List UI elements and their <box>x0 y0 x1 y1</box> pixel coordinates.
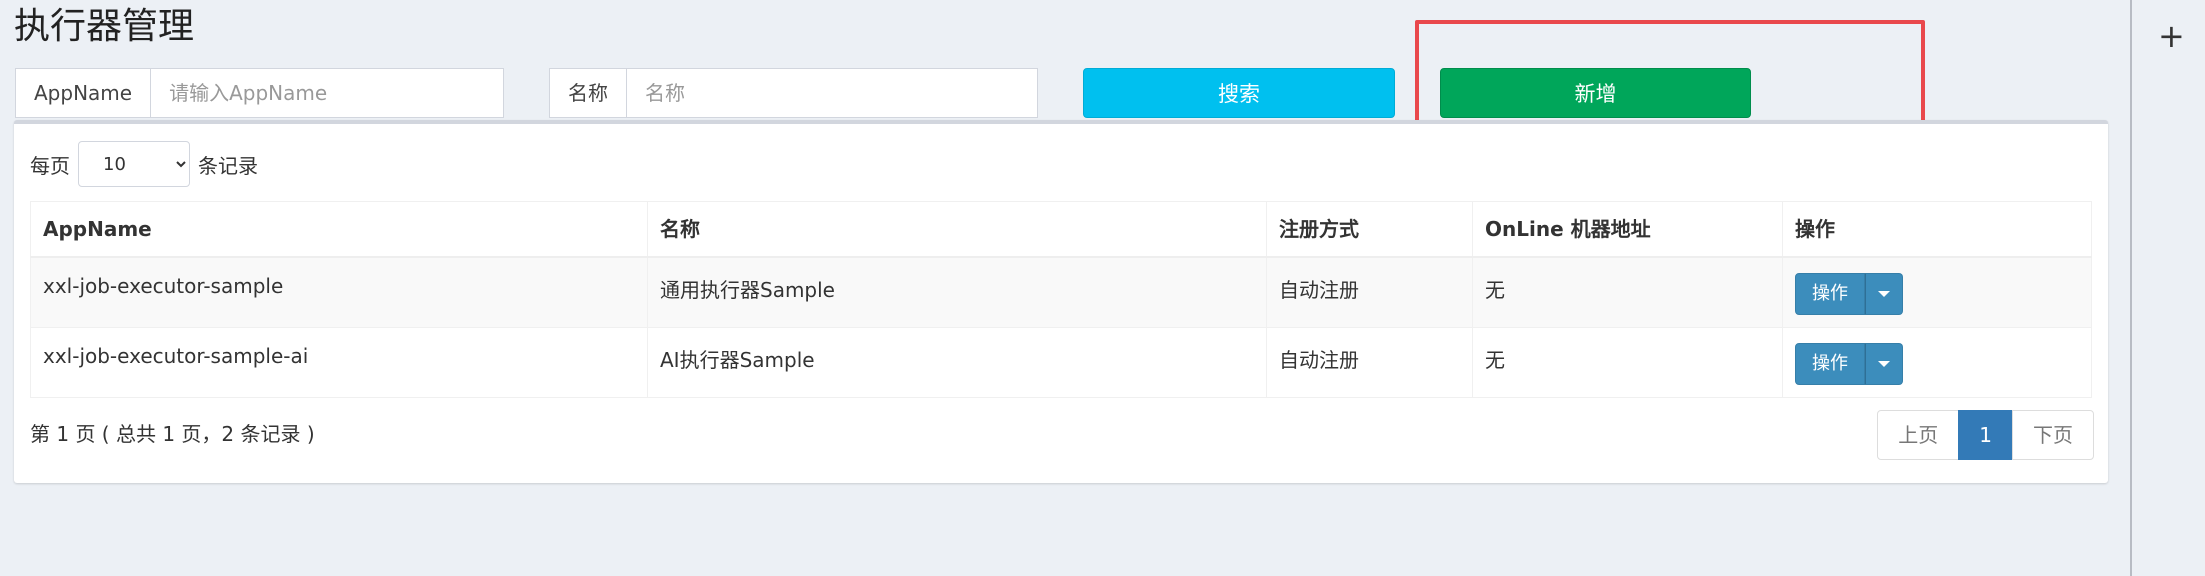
pagination-prev[interactable]: 上页 <box>1877 410 1960 460</box>
cell-operation: 操作 <box>1782 326 2092 398</box>
executor-table: AppName 名称 注册方式 OnLine 机器地址 操作 xxl-job-e… <box>30 201 2092 398</box>
page-length-control: 每页 10 条记录 <box>30 140 258 188</box>
cell-title: AI执行器Sample <box>647 326 1267 398</box>
pagination-page[interactable]: 1 <box>1958 410 2013 460</box>
plus-icon[interactable]: + <box>2158 20 2185 52</box>
cell-online: 无 <box>1472 256 1783 328</box>
executor-list-box: 每页 10 条记录 AppName 名称 注册方式 OnLine 机器地址 操作… <box>14 120 2108 483</box>
add-button[interactable]: 新增 <box>1440 68 1751 118</box>
cell-reg-type: 自动注册 <box>1266 256 1473 328</box>
search-button[interactable]: 搜索 <box>1083 68 1395 118</box>
right-side-panel: + <box>2130 0 2205 576</box>
operation-dropdown-toggle[interactable] <box>1865 342 1903 385</box>
table-row: xxl-job-executor-sample-ai AI执行器Sample 自… <box>30 326 2092 398</box>
operation-button-group: 操作 <box>1795 342 1903 385</box>
caret-down-icon <box>1878 360 1890 367</box>
header-online[interactable]: OnLine 机器地址 <box>1472 201 1783 258</box>
header-appname[interactable]: AppName <box>30 201 648 258</box>
table-header-row: AppName 名称 注册方式 OnLine 机器地址 操作 <box>30 201 2092 258</box>
operation-dropdown-toggle[interactable] <box>1865 273 1903 315</box>
page-length-select[interactable]: 10 <box>78 141 190 187</box>
header-reg-type[interactable]: 注册方式 <box>1266 201 1473 258</box>
cell-reg-type: 自动注册 <box>1266 326 1473 398</box>
operation-button[interactable]: 操作 <box>1795 342 1865 385</box>
title-label: 名称 <box>550 69 627 117</box>
header-operation: 操作 <box>1782 201 2092 258</box>
operation-button[interactable]: 操作 <box>1795 273 1865 315</box>
page-title: 执行器管理 <box>14 6 195 47</box>
cell-online: 无 <box>1472 326 1783 398</box>
appname-label: AppName <box>16 69 152 117</box>
cell-operation: 操作 <box>1782 256 2092 328</box>
length-suffix: 条记录 <box>198 153 258 178</box>
table-row: xxl-job-executor-sample 通用执行器Sample 自动注册… <box>30 256 2092 328</box>
header-title[interactable]: 名称 <box>647 201 1267 258</box>
pagination-next[interactable]: 下页 <box>2012 410 2094 460</box>
caret-down-icon <box>1878 291 1890 297</box>
length-prefix: 每页 <box>30 153 70 178</box>
cell-title: 通用执行器Sample <box>647 256 1267 328</box>
cell-appname: xxl-job-executor-sample <box>30 256 648 328</box>
cell-appname: xxl-job-executor-sample-ai <box>30 326 648 398</box>
title-filter: 名称 <box>549 68 1038 118</box>
appname-input[interactable] <box>151 69 503 117</box>
pagination: 上页 1 下页 <box>1877 410 2094 460</box>
appname-filter: AppName <box>15 68 504 118</box>
operation-button-group: 操作 <box>1795 273 1903 315</box>
table-info: 第 1 页 ( 总共 1 页，2 条记录 ) <box>30 422 315 446</box>
title-input[interactable] <box>627 69 1037 117</box>
